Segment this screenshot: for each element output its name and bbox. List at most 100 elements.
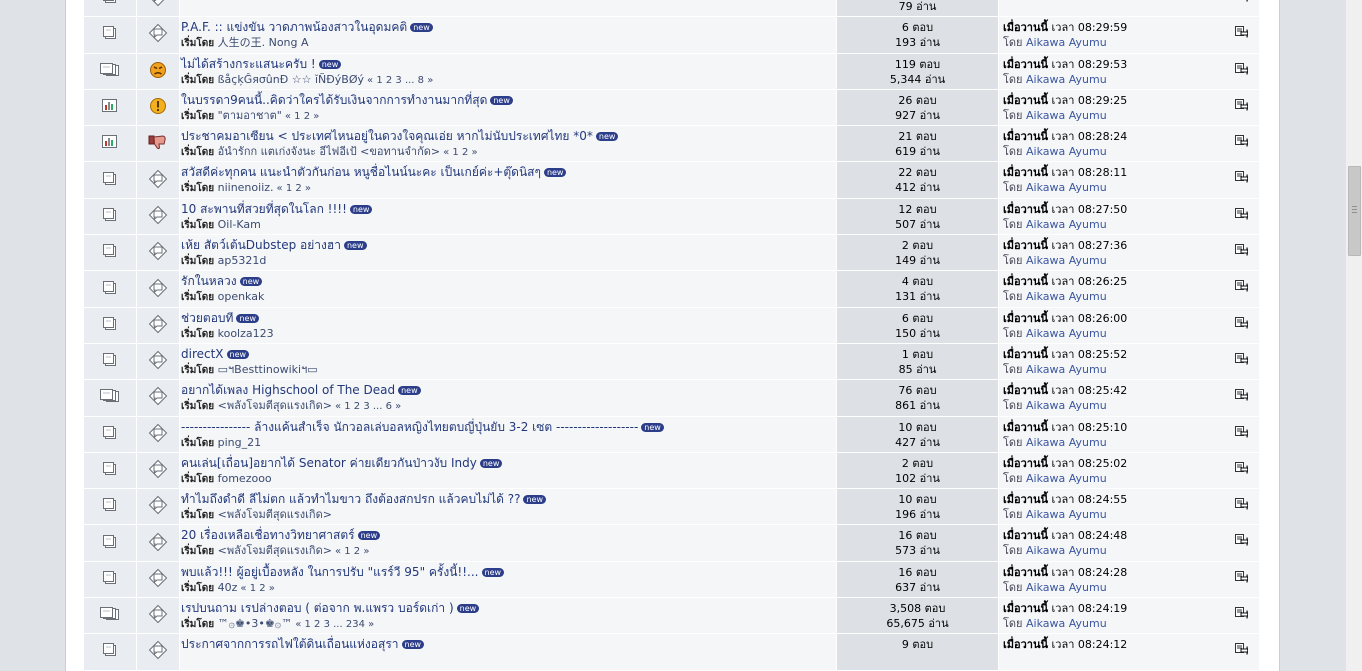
- go-to-last-post-icon[interactable]: [1235, 98, 1249, 111]
- go-to-last-post-icon[interactable]: [1235, 171, 1249, 184]
- topic-starter-link[interactable]: ping_21: [218, 436, 262, 449]
- topic-starter-link[interactable]: <พลังโจมตีสุดแรงเกิด>: [218, 399, 332, 412]
- go-to-last-post-icon[interactable]: [1235, 26, 1249, 38]
- go-to-last-post-icon[interactable]: [1235, 389, 1249, 401]
- new-badge[interactable]: new: [239, 277, 263, 287]
- new-badge[interactable]: new: [479, 458, 503, 468]
- last-poster-link[interactable]: Aikawa Ayumu: [1026, 181, 1107, 194]
- topic-starter-link[interactable]: อันำรักก แตเก่งจังนะ อีไฟอีเป้ <ขอทานจำก…: [218, 145, 441, 158]
- new-badge[interactable]: new: [357, 531, 381, 541]
- topic-starter-link[interactable]: 40z: [218, 581, 238, 594]
- scrollbar-thumb[interactable]: [1348, 166, 1361, 256]
- page-links[interactable]: « 1 2 »: [240, 583, 275, 594]
- last-poster-link[interactable]: Aikawa Ayumu: [1026, 363, 1107, 376]
- go-to-last-post-icon[interactable]: [1235, 461, 1249, 474]
- page-links[interactable]: « 1 2 »: [443, 147, 478, 158]
- topic-title-link[interactable]: ช่วยตอบที: [181, 311, 233, 325]
- topic-starter-link[interactable]: 人生の王. Nong A: [218, 36, 309, 49]
- new-badge[interactable]: new: [595, 132, 619, 142]
- go-to-last-post-icon[interactable]: [1235, 607, 1249, 619]
- topic-title-link[interactable]: คนเล่น[เถื่อน]อยากได้ Senator ค่ายเดียวก…: [181, 456, 477, 470]
- topic-starter-link[interactable]: ™۞♚•3•♚۞™: [218, 617, 293, 630]
- topic-starter-link[interactable]: ap5321d: [218, 254, 267, 267]
- go-to-last-post-icon[interactable]: [1235, 534, 1249, 547]
- topic-title-link[interactable]: ---------------- ล้างแค้นสำเร็จ นักวอลเล…: [181, 420, 638, 434]
- topic-starter-link[interactable]: <พลังโจมตีสุดแรงเกิด>: [218, 508, 332, 521]
- topic-title-link[interactable]: ในบรรดา9คนนี้..คิดว่าใครได้รับเงินจากการ…: [181, 93, 487, 107]
- topic-starter-link[interactable]: niinenoiiz.: [218, 181, 274, 194]
- new-badge[interactable]: new: [226, 349, 250, 359]
- topic-starter-link[interactable]: fomezooo: [218, 472, 272, 485]
- page-links[interactable]: « 1 2 »: [277, 183, 312, 194]
- new-badge[interactable]: new: [398, 386, 421, 396]
- vertical-scrollbar[interactable]: [1345, 0, 1362, 671]
- new-badge[interactable]: new: [481, 567, 505, 577]
- topic-title-link[interactable]: 10 สะพานที่สวยที่สุดในโลก !!!!: [181, 202, 347, 216]
- topic-starter-link[interactable]: "ตามอาชาต": [218, 109, 282, 122]
- topic-title-link[interactable]: อยากได้เพลง Highschool of The Dead: [181, 383, 395, 397]
- page-links[interactable]: « 1 2 »: [335, 546, 370, 557]
- go-to-last-post-icon[interactable]: [1235, 425, 1249, 438]
- last-poster-link[interactable]: Aikawa Ayumu: [1026, 109, 1107, 122]
- page-links[interactable]: « 1 2 »: [285, 111, 320, 122]
- new-badge[interactable]: new: [401, 640, 425, 650]
- topic-title-link[interactable]: เรปบนถาม เรปล่างตอบ ( ต่อจาก พ.แพรว บอร์…: [181, 601, 454, 615]
- new-badge[interactable]: new: [343, 241, 367, 251]
- go-to-last-post-icon[interactable]: [1235, 643, 1249, 655]
- topic-starter-link[interactable]: Oil-Kam: [218, 218, 261, 231]
- topic-title-link[interactable]: เห้ย สัตว์เต้นDubstep อย่างฮา: [181, 238, 341, 252]
- go-to-last-post-icon[interactable]: [1235, 570, 1249, 583]
- topic-starter-link[interactable]: openkak: [218, 290, 265, 303]
- topic-starter-link[interactable]: koolza123: [218, 327, 274, 340]
- topic-title-link[interactable]: พบแล้ว!!! ผู้อยู่เบื้องหลัง ในการปรับ "แ…: [181, 565, 479, 579]
- go-to-last-post-icon[interactable]: [1235, 0, 1248, 2]
- go-to-last-post-icon[interactable]: [1235, 498, 1249, 510]
- last-poster-link[interactable]: Aikawa Ayumu: [1026, 254, 1107, 267]
- topic-title-link[interactable]: ประชาคมอาเซียน < ประเทศไหนอยู่ในดวงใจคุณ…: [181, 129, 593, 143]
- topic-title-link[interactable]: ไม่ได้สร้างกระแสนะครับ !: [181, 57, 316, 71]
- new-badge[interactable]: new: [410, 23, 433, 33]
- new-badge[interactable]: new: [456, 604, 480, 614]
- last-poster-link[interactable]: Aikawa Ayumu: [1026, 508, 1107, 521]
- topic-title-link[interactable]: ประกาศจากการรถไฟใต้ดินเถื่อนแห่งอสุรา: [181, 637, 399, 651]
- go-to-last-post-icon[interactable]: [1235, 280, 1249, 292]
- topic-title-link[interactable]: P.A.F. :: แข่งขัน วาดภาพน้องสาวในอุดมคติ: [181, 20, 407, 34]
- go-to-last-post-icon[interactable]: [1235, 244, 1249, 256]
- page-links[interactable]: « 1 2 3 ... 6 »: [335, 401, 401, 412]
- last-poster-link[interactable]: Aikawa Ayumu: [1026, 218, 1107, 231]
- new-badge[interactable]: new: [641, 422, 664, 432]
- page-links[interactable]: « 1 2 3 ... 8 »: [367, 75, 433, 86]
- go-to-last-post-icon[interactable]: [1235, 207, 1249, 220]
- last-poster-link[interactable]: Aikawa Ayumu: [1026, 472, 1107, 485]
- new-badge[interactable]: new: [236, 313, 259, 323]
- last-poster-link[interactable]: Aikawa Ayumu: [1026, 399, 1107, 412]
- go-to-last-post-icon[interactable]: [1235, 135, 1249, 147]
- last-poster-link[interactable]: Aikawa Ayumu: [1026, 290, 1107, 303]
- last-poster-link[interactable]: Aikawa Ayumu: [1026, 73, 1107, 86]
- started-by-label: เริ่มโดย: [181, 147, 215, 159]
- new-badge[interactable]: new: [318, 59, 342, 69]
- last-poster-link[interactable]: Aikawa Ayumu: [1026, 617, 1107, 630]
- new-badge[interactable]: new: [490, 95, 513, 105]
- topic-starter-link[interactable]: ßåçķĜяσûnÐ ☆☆ ĭÑĐýBØý: [218, 73, 364, 86]
- last-poster-link[interactable]: Aikawa Ayumu: [1026, 544, 1107, 557]
- last-poster-link[interactable]: Aikawa Ayumu: [1026, 581, 1107, 594]
- new-badge[interactable]: new: [543, 168, 567, 178]
- topic-title-link[interactable]: directX: [181, 347, 224, 361]
- topic-title-link[interactable]: รักในหลวง: [181, 274, 237, 288]
- last-poster-link[interactable]: Aikawa Ayumu: [1026, 145, 1107, 158]
- new-badge[interactable]: new: [349, 204, 373, 214]
- topic-title-link[interactable]: สวัสดีค่ะทุกคน แนะนำตัวกันก่อน หนูชื่อไน…: [181, 165, 541, 179]
- topic-title-link[interactable]: 20 เรื่องเหลือเชื่อทางวิทยาศาสตร์: [181, 528, 355, 542]
- topic-starter-link[interactable]: ▭ฯBesttinowikiฯ▭: [218, 363, 318, 376]
- new-badge[interactable]: new: [523, 495, 547, 505]
- last-poster-link[interactable]: Aikawa Ayumu: [1026, 327, 1107, 340]
- go-to-last-post-icon[interactable]: [1235, 62, 1249, 75]
- last-poster-link[interactable]: Aikawa Ayumu: [1026, 36, 1107, 49]
- go-to-last-post-icon[interactable]: [1235, 316, 1249, 329]
- go-to-last-post-icon[interactable]: [1235, 352, 1249, 365]
- topic-starter-link[interactable]: <พลังโจมตีสุดแรงเกิด>: [218, 544, 332, 557]
- topic-title-link[interactable]: ทำไมถึงดำดี ลีไม่ตก แล้วทำไมขาว ถึงต้องส…: [181, 492, 520, 506]
- last-poster-link[interactable]: Aikawa Ayumu: [1026, 436, 1107, 449]
- page-links[interactable]: « 1 2 3 ... 234 »: [295, 619, 374, 630]
